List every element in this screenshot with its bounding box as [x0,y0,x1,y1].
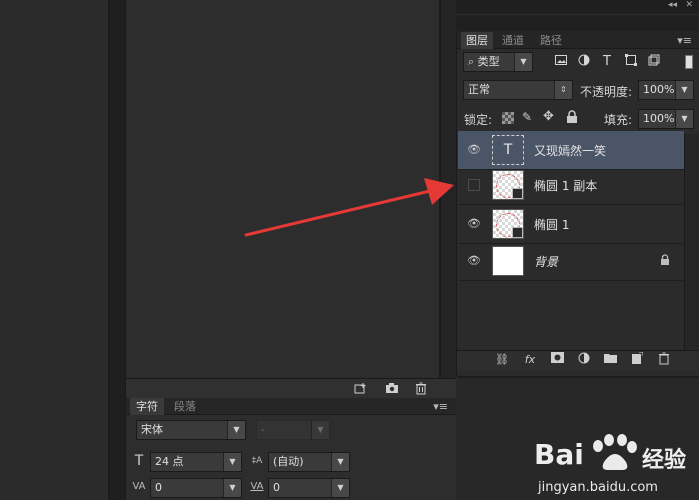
smart-object-filter-icon[interactable] [646,54,662,70]
new-layer-icon[interactable] [629,351,645,368]
chevron-down-icon: ▼ [223,453,241,471]
camera-icon[interactable] [384,380,400,396]
dock-bar [456,14,699,31]
kerning-value: 0 [155,481,162,494]
font-size-value: 24 点 [155,455,184,468]
add-mask-icon[interactable] [549,352,565,368]
character-panel-tabs: 字符 段落 ▾≡ [126,398,456,415]
lock-position-icon[interactable]: ✥ [543,109,554,124]
panel-toolbar [126,378,456,398]
kerning-select[interactable]: 0 ▼ [150,478,242,498]
trash-icon[interactable] [413,380,429,396]
vector-mask-icon [512,227,523,238]
adjustment-filter-icon[interactable] [576,54,592,70]
shape-layer-thumbnail [492,170,524,200]
layer-name[interactable]: 又现嫣然一笑 [534,142,606,159]
lock-all-icon[interactable] [566,110,580,124]
search-icon: ⌕ [468,55,478,68]
chevron-down-icon: ▼ [227,421,245,439]
layer-name[interactable]: 背景 [534,253,558,270]
font-style-value: - [261,423,265,436]
panel-menu-icon[interactable]: ▾≡ [427,398,454,415]
tab-character[interactable]: 字符 [130,398,164,415]
blend-mode-value: 正常 [468,83,490,96]
eye-icon[interactable]: 👁 [466,142,482,158]
font-family-value: 宋体 [141,423,163,436]
chevron-down-icon: ▼ [514,53,532,71]
layers-scrollbar[interactable] [684,134,699,350]
new-group-icon[interactable] [602,352,618,368]
font-size-icon: T [134,453,144,469]
layers-panel-tabs: 图层 通道 路径 ▾≡ [457,31,699,49]
layer-row-ellipse-copy[interactable]: 椭圆 1 副本 [458,166,684,205]
collapse-panels-icon[interactable]: ◂◂ [668,0,677,10]
delete-layer-icon[interactable] [656,352,672,368]
fill-value: 100% [643,112,675,125]
tab-paths[interactable]: 路径 [535,32,567,49]
filter-toggle[interactable] [685,55,693,69]
opacity-value: 100% [643,83,675,96]
link-layers-icon[interactable]: ⛓ [494,352,510,368]
chevron-down-icon: ▼ [223,479,241,497]
lock-transparency-icon[interactable] [502,112,514,124]
annotation-arrow [244,178,454,237]
panel-divider[interactable] [108,0,126,500]
lock-paint-icon[interactable]: ✎ [522,110,532,124]
blend-mode-select[interactable]: 正常 ⇕ [463,80,573,100]
layer-filter-value: 类型 [477,55,500,68]
font-family-select[interactable]: 宋体 ▼ [136,420,246,440]
eye-icon[interactable]: 👁 [466,216,482,232]
layer-row-background[interactable]: 👁 背景 [458,242,684,281]
adjustment-layer-icon[interactable] [576,352,592,368]
tab-channels[interactable]: 通道 [497,32,529,49]
kerning-icon: VA [132,481,146,492]
visibility-toggle-off[interactable] [468,179,480,191]
chevron-down-icon: ▼ [675,110,693,128]
panel-menu-icon[interactable]: ▾≡ [672,32,697,49]
chevron-down-icon: ▼ [331,453,349,471]
lock-icon [660,254,670,269]
tab-paragraph[interactable]: 段落 [168,398,202,415]
dock-header: ◂◂ ✕ [456,0,699,14]
background-layer-thumbnail [492,246,524,276]
eye-icon[interactable]: 👁 [466,253,482,269]
font-style-select: - ▼ [256,420,330,440]
chevron-down-icon: ▼ [311,421,329,439]
layer-row-ellipse[interactable]: 👁 椭圆 1 [458,205,684,244]
layer-name[interactable]: 椭圆 1 副本 [534,177,597,194]
leading-value: (自动) [273,455,304,468]
left-workspace [0,0,108,500]
layer-filter-select[interactable]: ⌕ 类型 ▼ [463,52,533,72]
leading-select[interactable]: (自动) ▼ [268,452,350,472]
type-filter-icon[interactable]: T [599,54,615,70]
new-layer-comp-icon[interactable] [353,380,369,396]
leading-icon: ‡A [251,456,263,466]
watermark-brand: Bai [534,438,584,471]
close-icon[interactable]: ✕ [685,0,693,10]
fill-input[interactable]: 100% ▼ [638,109,694,129]
fill-label: 填充: [604,113,633,127]
lock-label: 锁定: [464,113,493,127]
shape-filter-icon[interactable] [623,54,639,70]
chevron-down-icon: ▼ [675,81,693,99]
watermark: Bai 经验 jingyan.baidu.com [534,418,699,500]
chevron-down-icon: ⇕ [554,81,572,99]
tab-layers[interactable]: 图层 [461,32,493,49]
vector-mask-icon [512,188,523,199]
layer-row-text[interactable]: 👁 T 又现嫣然一笑 [458,131,684,170]
image-filter-icon[interactable] [553,54,569,70]
opacity-input[interactable]: 100% ▼ [638,80,694,100]
opacity-label: 不透明度: [580,85,633,99]
chevron-down-icon: ▼ [331,479,349,497]
shape-layer-thumbnail [492,209,524,239]
text-layer-thumbnail: T [492,135,524,165]
tracking-select[interactable]: 0 ▼ [268,478,350,498]
tracking-value: 0 [273,481,280,494]
font-size-select[interactable]: 24 点 ▼ [150,452,242,472]
layer-name[interactable]: 椭圆 1 [534,216,569,233]
watermark-url: jingyan.baidu.com [538,480,658,495]
watermark-brand-suffix: 经验 [642,448,687,473]
tracking-icon: VA [250,481,264,492]
fx-icon[interactable]: fx [522,352,538,368]
